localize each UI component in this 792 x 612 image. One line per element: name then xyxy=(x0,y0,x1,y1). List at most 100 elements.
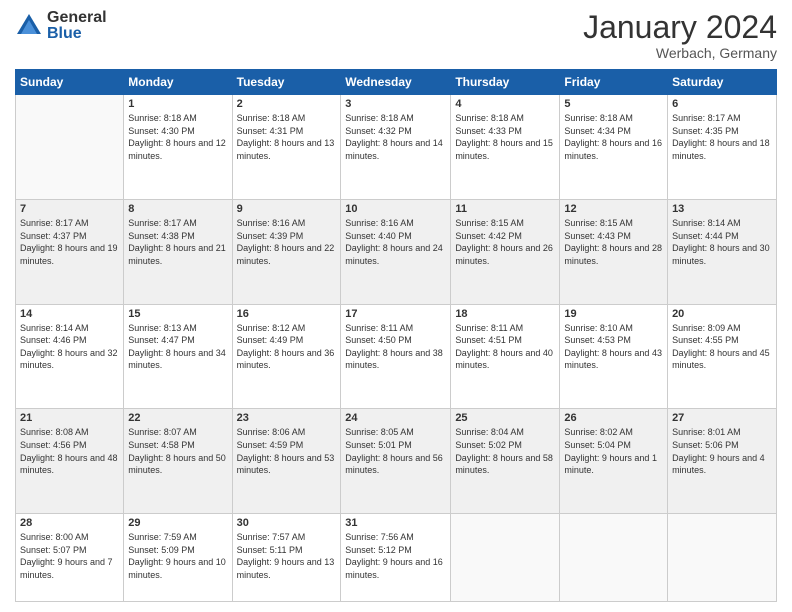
day-info: Sunrise: 8:17 AMSunset: 4:37 PMDaylight:… xyxy=(20,217,119,267)
day-info: Sunrise: 8:07 AMSunset: 4:58 PMDaylight:… xyxy=(128,426,227,476)
day-number: 30 xyxy=(237,517,337,529)
calendar-cell: 1Sunrise: 8:18 AMSunset: 4:30 PMDaylight… xyxy=(124,95,232,200)
week-row-2: 14 Sunrise: 8:14 AMSunset: 4:46 PMDayligh… xyxy=(16,304,777,409)
weekday-header-friday: Friday xyxy=(560,70,668,95)
logo-icon xyxy=(15,12,43,40)
day-number: 11 xyxy=(455,203,555,215)
calendar-cell xyxy=(560,514,668,602)
day-number: 5 xyxy=(564,98,663,110)
day-number: 22 xyxy=(128,412,227,424)
calendar-cell: 21 Sunrise: 8:08 AMSunset: 4:56 PMDayligh… xyxy=(16,409,124,514)
day-number: 17 xyxy=(345,308,446,320)
week-row-3: 21 Sunrise: 8:08 AMSunset: 4:56 PMDayligh… xyxy=(16,409,777,514)
day-info: Sunrise: 8:04 AMSunset: 5:02 PMDaylight:… xyxy=(455,426,555,476)
week-row-4: 28 Sunrise: 8:00 AMSunset: 5:07 PMDayligh… xyxy=(16,514,777,602)
day-number: 13 xyxy=(672,203,772,215)
day-info: Sunrise: 8:12 AMSunset: 4:49 PMDaylight:… xyxy=(237,322,337,372)
day-number: 25 xyxy=(455,412,555,424)
day-info: Sunrise: 8:17 AMSunset: 4:35 PMDaylight:… xyxy=(672,112,772,162)
calendar-cell: 5 Sunrise: 8:18 AMSunset: 4:34 PMDaylight… xyxy=(560,95,668,200)
calendar-cell: 6 Sunrise: 8:17 AMSunset: 4:35 PMDaylight… xyxy=(668,95,777,200)
calendar-cell: 12 Sunrise: 8:15 AMSunset: 4:43 PMDayligh… xyxy=(560,199,668,304)
day-info: Sunrise: 8:18 AMSunset: 4:33 PMDaylight:… xyxy=(455,112,555,162)
week-row-0: 1Sunrise: 8:18 AMSunset: 4:30 PMDaylight… xyxy=(16,95,777,200)
day-info: Sunrise: 8:09 AMSunset: 4:55 PMDaylight:… xyxy=(672,322,772,372)
calendar-cell: 24Sunrise: 8:05 AMSunset: 5:01 PMDayligh… xyxy=(341,409,451,514)
calendar-cell xyxy=(451,514,560,602)
day-number: 10 xyxy=(345,203,446,215)
day-info: Sunrise: 8:05 AMSunset: 5:01 PMDaylight:… xyxy=(345,426,446,476)
calendar-cell: 14 Sunrise: 8:14 AMSunset: 4:46 PMDayligh… xyxy=(16,304,124,409)
day-info: Sunrise: 8:16 AMSunset: 4:39 PMDaylight:… xyxy=(237,217,337,267)
calendar-cell: 9 Sunrise: 8:16 AMSunset: 4:39 PMDaylight… xyxy=(232,199,341,304)
day-info: Sunrise: 8:18 AMSunset: 4:31 PMDaylight:… xyxy=(237,112,337,162)
day-number: 26 xyxy=(564,412,663,424)
day-info: Sunrise: 8:16 AMSunset: 4:40 PMDaylight:… xyxy=(345,217,446,267)
day-info: Sunrise: 7:59 AMSunset: 5:09 PMDaylight:… xyxy=(128,531,227,581)
day-number: 8 xyxy=(128,203,227,215)
day-number: 9 xyxy=(237,203,337,215)
day-info: Sunrise: 8:18 AMSunset: 4:30 PMDaylight:… xyxy=(128,112,227,162)
day-number: 14 xyxy=(20,308,119,320)
day-number: 28 xyxy=(20,517,119,529)
day-info: Sunrise: 8:13 AMSunset: 4:47 PMDaylight:… xyxy=(128,322,227,372)
day-info: Sunrise: 8:11 AMSunset: 4:50 PMDaylight:… xyxy=(345,322,446,372)
calendar-cell xyxy=(16,95,124,200)
day-number: 27 xyxy=(672,412,772,424)
day-number: 18 xyxy=(455,308,555,320)
day-info: Sunrise: 8:18 AMSunset: 4:34 PMDaylight:… xyxy=(564,112,663,162)
day-info: Sunrise: 8:00 AMSunset: 5:07 PMDaylight:… xyxy=(20,531,119,581)
day-number: 3 xyxy=(345,98,446,110)
day-info: Sunrise: 7:57 AMSunset: 5:11 PMDaylight:… xyxy=(237,531,337,581)
day-info: Sunrise: 8:18 AMSunset: 4:32 PMDaylight:… xyxy=(345,112,446,162)
calendar-cell: 3 Sunrise: 8:18 AMSunset: 4:32 PMDaylight… xyxy=(341,95,451,200)
calendar-cell: 7 Sunrise: 8:17 AMSunset: 4:37 PMDaylight… xyxy=(16,199,124,304)
day-info: Sunrise: 8:14 AMSunset: 4:44 PMDaylight:… xyxy=(672,217,772,267)
calendar-cell: 11Sunrise: 8:15 AMSunset: 4:42 PMDayligh… xyxy=(451,199,560,304)
weekday-header-saturday: Saturday xyxy=(668,70,777,95)
day-number: 2 xyxy=(237,98,337,110)
day-number: 16 xyxy=(237,308,337,320)
day-info: Sunrise: 8:14 AMSunset: 4:46 PMDaylight:… xyxy=(20,322,119,372)
calendar-cell: 4 Sunrise: 8:18 AMSunset: 4:33 PMDaylight… xyxy=(451,95,560,200)
location: Werbach, Germany xyxy=(583,45,777,61)
logo-text: General Blue xyxy=(47,10,107,42)
title-area: January 2024 Werbach, Germany xyxy=(583,10,777,61)
calendar-cell: 29Sunrise: 7:59 AMSunset: 5:09 PMDayligh… xyxy=(124,514,232,602)
day-info: Sunrise: 7:56 AMSunset: 5:12 PMDaylight:… xyxy=(345,531,446,581)
day-info: Sunrise: 8:02 AMSunset: 5:04 PMDaylight:… xyxy=(564,426,663,476)
day-info: Sunrise: 8:08 AMSunset: 4:56 PMDaylight:… xyxy=(20,426,119,476)
day-number: 7 xyxy=(20,203,119,215)
calendar-cell: 25 Sunrise: 8:04 AMSunset: 5:02 PMDayligh… xyxy=(451,409,560,514)
weekday-header-monday: Monday xyxy=(124,70,232,95)
logo-general: General xyxy=(47,10,107,26)
day-number: 6 xyxy=(672,98,772,110)
calendar-cell: 18 Sunrise: 8:11 AMSunset: 4:51 PMDayligh… xyxy=(451,304,560,409)
weekday-header-row: SundayMondayTuesdayWednesdayThursdayFrid… xyxy=(16,70,777,95)
calendar-cell xyxy=(668,514,777,602)
day-number: 15 xyxy=(128,308,227,320)
day-number: 20 xyxy=(672,308,772,320)
day-info: Sunrise: 8:17 AMSunset: 4:38 PMDaylight:… xyxy=(128,217,227,267)
day-info: Sunrise: 8:15 AMSunset: 4:43 PMDaylight:… xyxy=(564,217,663,267)
calendar-cell: 31Sunrise: 7:56 AMSunset: 5:12 PMDayligh… xyxy=(341,514,451,602)
calendar-cell: 30 Sunrise: 7:57 AMSunset: 5:11 PMDayligh… xyxy=(232,514,341,602)
logo: General Blue xyxy=(15,10,107,42)
calendar-cell: 17 Sunrise: 8:11 AMSunset: 4:50 PMDayligh… xyxy=(341,304,451,409)
day-info: Sunrise: 8:06 AMSunset: 4:59 PMDaylight:… xyxy=(237,426,337,476)
calendar-cell: 20 Sunrise: 8:09 AMSunset: 4:55 PMDayligh… xyxy=(668,304,777,409)
day-info: Sunrise: 8:01 AMSunset: 5:06 PMDaylight:… xyxy=(672,426,772,476)
day-number: 4 xyxy=(455,98,555,110)
logo-blue: Blue xyxy=(47,26,107,42)
weekday-header-tuesday: Tuesday xyxy=(232,70,341,95)
day-number: 12 xyxy=(564,203,663,215)
calendar-cell: 19Sunrise: 8:10 AMSunset: 4:53 PMDayligh… xyxy=(560,304,668,409)
calendar-cell: 22 Sunrise: 8:07 AMSunset: 4:58 PMDayligh… xyxy=(124,409,232,514)
page: General Blue January 2024 Werbach, Germa… xyxy=(0,0,792,612)
day-info: Sunrise: 8:11 AMSunset: 4:51 PMDaylight:… xyxy=(455,322,555,372)
calendar-cell: 8 Sunrise: 8:17 AMSunset: 4:38 PMDaylight… xyxy=(124,199,232,304)
calendar-cell: 13 Sunrise: 8:14 AMSunset: 4:44 PMDayligh… xyxy=(668,199,777,304)
calendar-cell: 28 Sunrise: 8:00 AMSunset: 5:07 PMDayligh… xyxy=(16,514,124,602)
day-number: 21 xyxy=(20,412,119,424)
weekday-header-thursday: Thursday xyxy=(451,70,560,95)
